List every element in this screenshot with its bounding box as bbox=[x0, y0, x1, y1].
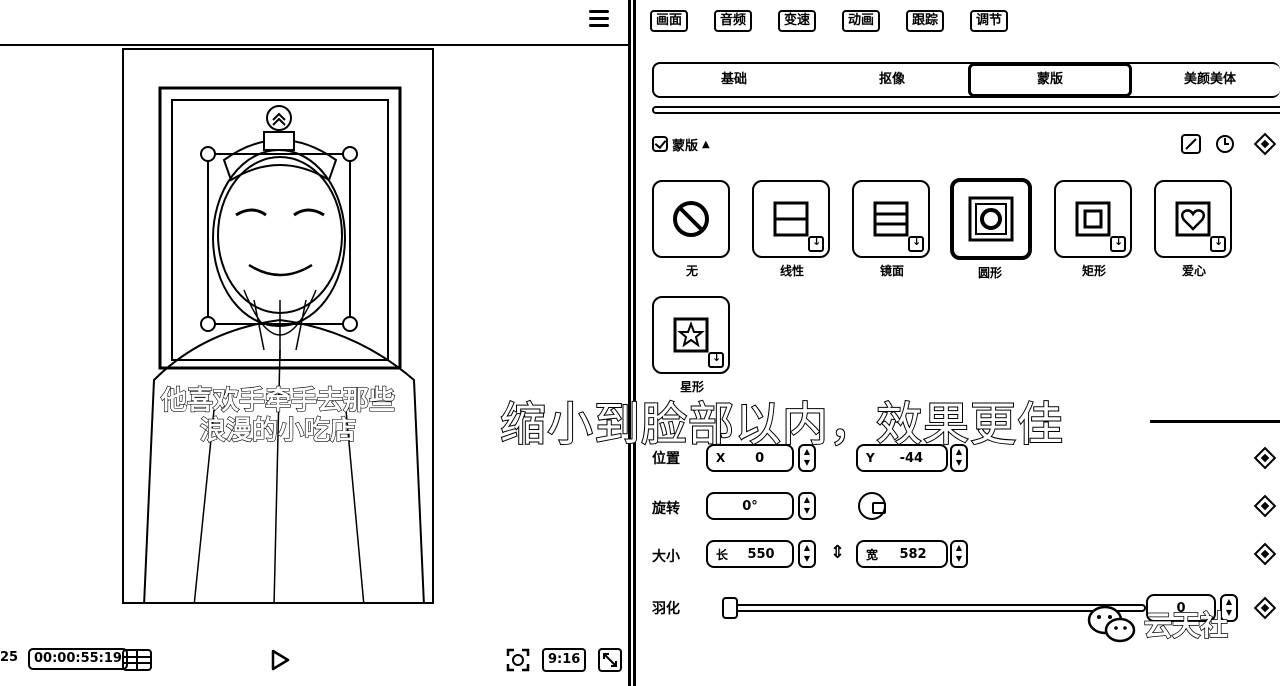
rotation-field[interactable]: 0° bbox=[706, 492, 794, 520]
video-frame-image bbox=[143, 86, 425, 602]
subtitle-line-1: 他喜欢手牵手去那些 bbox=[160, 385, 395, 416]
mask-label: 无 bbox=[685, 264, 698, 278]
list-view-icon[interactable] bbox=[121, 648, 153, 672]
size-label: 大小 bbox=[652, 549, 680, 565]
tab-adjust[interactable]: 调节 bbox=[970, 10, 1009, 32]
heart-icon bbox=[1175, 201, 1211, 237]
tab-picture[interactable]: 画面 bbox=[650, 10, 689, 32]
mask-section-header[interactable]: 蒙版 ▲ bbox=[652, 134, 710, 154]
size-length-field[interactable]: 长 550 bbox=[706, 540, 794, 568]
feather-slider-track[interactable] bbox=[730, 604, 1146, 612]
download-icon bbox=[808, 235, 824, 252]
preview-divider bbox=[0, 44, 628, 46]
size-keyframe-icon[interactable] bbox=[1253, 542, 1277, 566]
tab-animation[interactable]: 动画 bbox=[842, 10, 881, 32]
length-label: 长 bbox=[716, 547, 729, 562]
mask-tile-linear[interactable]: 线性 bbox=[752, 180, 832, 290]
sub-tab-bar: 基础 抠像 蒙版 美颜美体 bbox=[652, 62, 1280, 98]
tab-tracking[interactable]: 跟踪 bbox=[906, 10, 945, 32]
pane-divider[interactable] bbox=[628, 0, 636, 686]
mask-label: 爱心 bbox=[1181, 264, 1206, 278]
invert-mask-icon[interactable] bbox=[1180, 133, 1202, 155]
position-keyframe-icon[interactable] bbox=[1253, 446, 1277, 470]
mask-label: 矩形 bbox=[1081, 264, 1106, 278]
star-icon bbox=[673, 317, 709, 353]
mask-tile-none[interactable]: 无 bbox=[652, 180, 732, 290]
subtab-basic[interactable]: 基础 bbox=[658, 64, 810, 96]
rotation-keyframe-icon[interactable] bbox=[1253, 494, 1277, 518]
size-width-stepper[interactable]: ▲ ▼ bbox=[950, 540, 968, 568]
total-duration-fragment: 25 bbox=[0, 650, 19, 665]
subtitle-line-2: 浪漫的小吃店 bbox=[199, 415, 356, 446]
mask-section-title: 蒙版 bbox=[672, 138, 699, 154]
width-label: 宽 bbox=[866, 547, 879, 562]
rotation-value: 0° bbox=[742, 498, 758, 514]
video-canvas[interactable]: 他喜欢手牵手去那些 浪漫的小吃店 bbox=[122, 48, 434, 604]
subtab-cutout[interactable]: 抠像 bbox=[816, 64, 968, 96]
fullscreen-icon[interactable] bbox=[597, 647, 623, 673]
mask-tile-star[interactable]: 星形 bbox=[652, 296, 732, 406]
mask-label: 圆形 bbox=[977, 266, 1002, 280]
circle-icon bbox=[968, 196, 1014, 242]
rotation-label: 旋转 bbox=[652, 501, 680, 517]
mask-tile-rectangle[interactable]: 矩形 bbox=[1054, 180, 1134, 290]
mask-tile-circle[interactable]: 圆形 bbox=[950, 178, 1032, 288]
scroll-indicator bbox=[652, 106, 1280, 114]
download-icon bbox=[908, 235, 924, 252]
size-length-stepper[interactable]: ▲ ▼ bbox=[798, 540, 816, 568]
play-icon[interactable] bbox=[268, 648, 292, 672]
download-icon bbox=[1210, 235, 1226, 252]
mask-label: 线性 bbox=[779, 264, 804, 278]
mask-enable-checkbox[interactable] bbox=[652, 136, 668, 152]
overlay-caption: 缩小到脸部以内，效果更佳 bbox=[499, 396, 1064, 452]
tab-audio[interactable]: 音频 bbox=[714, 10, 753, 32]
wechat-icon bbox=[1087, 605, 1136, 643]
feather-slider-thumb[interactable] bbox=[722, 597, 738, 619]
size-width-value: 582 bbox=[899, 546, 927, 562]
rectangle-icon bbox=[1075, 201, 1111, 237]
video-subtitle: 他喜欢手牵手去那些 浪漫的小吃店 bbox=[124, 385, 432, 446]
mask-tile-heart[interactable]: 爱心 bbox=[1154, 180, 1234, 290]
watermark-text: 云天社 bbox=[1143, 608, 1229, 643]
link-ratio-icon[interactable]: ⇕ bbox=[830, 542, 845, 563]
rotation-dial[interactable] bbox=[858, 492, 886, 520]
download-icon bbox=[1110, 235, 1126, 252]
menu-icon[interactable] bbox=[588, 8, 610, 30]
section-divider bbox=[1150, 420, 1280, 423]
mask-keyframe-icon[interactable] bbox=[1253, 132, 1277, 156]
fit-screen-icon[interactable] bbox=[505, 647, 531, 673]
download-icon bbox=[708, 351, 724, 368]
reset-icon[interactable] bbox=[1214, 133, 1236, 155]
mirror-icon bbox=[873, 201, 909, 237]
tab-speed[interactable]: 变速 bbox=[778, 10, 817, 32]
size-length-value: 550 bbox=[747, 546, 775, 562]
none-icon bbox=[673, 201, 709, 237]
mask-label: 镜面 bbox=[879, 264, 904, 278]
collapse-caret-icon[interactable]: ▲ bbox=[702, 139, 710, 150]
linear-icon bbox=[773, 201, 809, 237]
rotation-stepper[interactable]: ▲ ▼ bbox=[798, 492, 816, 520]
current-timecode: 00:00:55:19 bbox=[28, 648, 128, 670]
feather-label: 羽化 bbox=[652, 601, 680, 617]
mask-label: 星形 bbox=[679, 380, 704, 394]
subtab-beauty[interactable]: 美颜美体 bbox=[1134, 64, 1280, 96]
watermark: 云天社 bbox=[1086, 604, 1229, 644]
aspect-ratio-button[interactable]: 9:16 bbox=[542, 648, 587, 672]
subtab-mask[interactable]: 蒙版 bbox=[968, 63, 1132, 97]
mask-tile-mirror[interactable]: 镜面 bbox=[852, 180, 932, 290]
feather-keyframe-icon[interactable] bbox=[1253, 596, 1277, 620]
size-width-field[interactable]: 宽 582 bbox=[856, 540, 948, 568]
